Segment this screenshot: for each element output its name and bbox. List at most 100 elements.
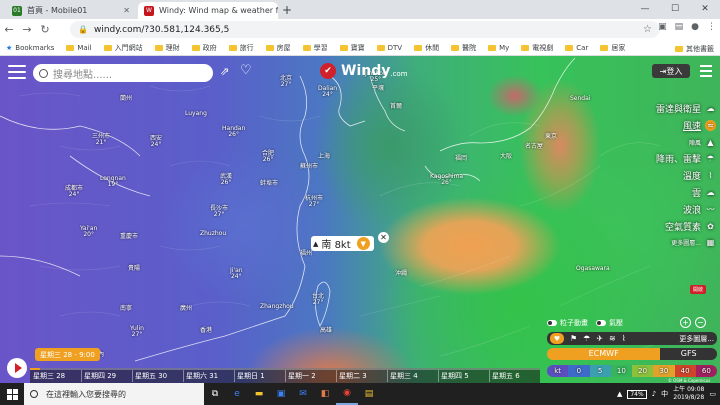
- timeline-day[interactable]: 星期四 5: [441, 371, 469, 381]
- city-name: 上海: [318, 153, 331, 160]
- zoom-out-button[interactable]: −: [695, 317, 706, 328]
- bookmarks-apps[interactable]: ★ Bookmarks: [6, 44, 54, 52]
- minimize-button[interactable]: —: [630, 0, 660, 19]
- new-tab-button[interactable]: +: [282, 3, 292, 17]
- mail-icon[interactable]: ✉: [292, 383, 314, 405]
- city-name: 平壤: [372, 85, 385, 92]
- task-view-icon[interactable]: ⧉: [204, 383, 226, 405]
- layer-clouds[interactable]: 雲 ☁: [692, 186, 716, 199]
- layer-wind[interactable]: 風速 ≈: [683, 119, 716, 132]
- file-explorer-icon[interactable]: ▬: [248, 383, 270, 405]
- layer-waves[interactable]: 波浪〰: [683, 203, 716, 216]
- popup-close-icon[interactable]: ✕: [378, 232, 389, 243]
- folder-icon: [675, 46, 683, 52]
- timeline-day[interactable]: 星期三 4: [390, 371, 418, 381]
- notes-icon[interactable]: ▤: [358, 383, 380, 405]
- bookmark-folder[interactable]: 電視劇: [521, 43, 553, 53]
- maximize-button[interactable]: ☐: [660, 0, 690, 19]
- forecast-timeline[interactable]: 星期三 28 星期四 29 星期五 30 星期六 31 星期日 1 星期一 2 星期二 3 星…: [30, 368, 540, 383]
- notifications-icon[interactable]: ▭: [709, 390, 716, 398]
- battery-indicator[interactable]: 74%: [627, 389, 647, 399]
- plane-quick-icon[interactable]: ✈: [596, 334, 603, 343]
- store-icon[interactable]: ▣: [270, 383, 292, 405]
- timeline-day[interactable]: 星期六 31: [186, 371, 218, 381]
- tab-mobile01[interactable]: 01 首頁 - Mobile01 ✕: [6, 2, 136, 19]
- temp-quick-icon[interactable]: ⌇: [622, 334, 626, 343]
- layer-gusts[interactable]: 陣風 ▲: [689, 137, 716, 148]
- zoom-in-button[interactable]: +: [680, 317, 691, 328]
- chrome-menu-icon[interactable]: ⋮: [707, 22, 716, 32]
- taskbar-search-input[interactable]: 在這裡輸入您要搜尋的: [24, 383, 204, 405]
- timeline-day[interactable]: 星期日 1: [237, 371, 265, 381]
- timeline-day[interactable]: 星期三 28: [33, 371, 65, 381]
- bookmark-folder[interactable]: 旅行: [228, 43, 254, 53]
- layer-rain-thunder[interactable]: 降雨、雷擊 ☂: [656, 152, 716, 165]
- tab-close-icon[interactable]: ✕: [117, 6, 130, 15]
- wind-map[interactable]: Jinzhou 25° Dalian 24° 平壤 首爾 北京 27° Handan 26° 蘭州 L…: [0, 56, 720, 383]
- edge-browser-icon[interactable]: e: [226, 383, 248, 405]
- chevron-down-icon[interactable]: ▼: [356, 237, 370, 250]
- timeline-day[interactable]: 星期四 29: [84, 371, 116, 381]
- wind-value-popup[interactable]: ▲ 南 8kt ▼: [311, 236, 374, 251]
- system-clock[interactable]: 上午 09:08 2019/8/28: [673, 386, 704, 402]
- bookmark-folder[interactable]: 寶寶: [339, 43, 365, 53]
- extension-icon[interactable]: ▤: [675, 22, 684, 32]
- office-icon[interactable]: ◧: [314, 383, 336, 405]
- network-icon[interactable]: ▲: [617, 390, 622, 398]
- more-layers-quick[interactable]: 更多圖層...: [679, 334, 714, 344]
- heart-icon[interactable]: ♥: [550, 333, 564, 344]
- share-icon[interactable]: ⇗: [220, 65, 229, 78]
- play-animation-button[interactable]: [7, 358, 27, 378]
- layer-temperature[interactable]: 溫度 ⌇: [683, 169, 716, 182]
- wind-quick-icon[interactable]: ⚑: [570, 334, 577, 343]
- timeline-day[interactable]: 星期一 2: [288, 371, 316, 381]
- bookmark-folder[interactable]: 醫院: [451, 43, 476, 53]
- translate-icon[interactable]: ▣: [658, 22, 667, 32]
- bookmark-folder[interactable]: Car: [565, 44, 588, 52]
- bookmark-folder[interactable]: My: [488, 44, 509, 52]
- forward-arrow-icon[interactable]: →: [18, 23, 36, 36]
- reload-icon[interactable]: ↻: [36, 23, 54, 36]
- bookmark-folder[interactable]: 學習: [302, 43, 328, 53]
- tab-windy[interactable]: W Windy: Wind map & weather fo ✕: [138, 2, 278, 19]
- bookmark-star-icon[interactable]: ☆: [643, 24, 652, 35]
- bookmark-folder[interactable]: 入門網站: [103, 43, 143, 53]
- chrome-icon[interactable]: ◉: [336, 383, 358, 405]
- bookmark-folder[interactable]: 政府: [191, 43, 217, 53]
- layer-air-quality[interactable]: 空氣質素 ✿: [665, 220, 716, 233]
- model-gfs-button[interactable]: GFS: [660, 348, 717, 360]
- current-time-bubble[interactable]: 星期三 28 - 9:00: [35, 348, 100, 361]
- hamburger-menu-icon[interactable]: [8, 65, 26, 79]
- main-menu-icon[interactable]: [700, 65, 712, 80]
- model-ecmwf-button[interactable]: ECMWF: [547, 348, 661, 360]
- bookmark-folder[interactable]: 房屋: [265, 43, 291, 53]
- rain-quick-icon[interactable]: ☂: [583, 334, 590, 343]
- layer-radar-satellite[interactable]: 雷達與衛星 ☁: [656, 102, 716, 115]
- bookmark-folder[interactable]: 居家: [600, 43, 625, 53]
- back-arrow-icon[interactable]: ←: [0, 23, 18, 36]
- timeline-day[interactable]: 星期五 30: [135, 371, 167, 381]
- login-button[interactable]: ⇥ 登入: [652, 64, 690, 78]
- close-window-button[interactable]: ✕: [690, 0, 720, 19]
- bookmark-folder[interactable]: 理財: [154, 43, 180, 53]
- new-feature-badge[interactable]: 開啟: [690, 285, 707, 294]
- bookmark-folder[interactable]: Mail: [66, 44, 92, 52]
- volume-icon[interactable]: ♪: [652, 390, 656, 398]
- timeline-day[interactable]: 星期五 6: [492, 371, 520, 381]
- more-layers-link[interactable]: 更多圖層... ▦: [671, 237, 716, 248]
- windy-logo[interactable]: ✔ Windy .com: [320, 63, 408, 79]
- favorite-heart-icon[interactable]: ♡: [240, 63, 252, 78]
- search-placeholder: 搜尋地點......: [53, 69, 113, 81]
- bookmark-folder[interactable]: DTV: [376, 44, 402, 52]
- particles-toggle[interactable]: [547, 320, 557, 326]
- location-search-input[interactable]: 搜尋地點......: [33, 64, 213, 82]
- url-input[interactable]: 🔒 windy.com/?30.581,124.365,5 ☆: [70, 21, 660, 38]
- gust-quick-icon[interactable]: ≋: [609, 334, 616, 343]
- profile-icon[interactable]: ●: [691, 22, 699, 32]
- other-bookmarks[interactable]: 其他書籤: [675, 44, 714, 54]
- timeline-day[interactable]: 星期二 3: [339, 371, 367, 381]
- bookmark-folder[interactable]: 休閒: [414, 43, 439, 53]
- windows-start-icon[interactable]: [0, 383, 24, 405]
- ime-icon[interactable]: 中: [661, 389, 668, 399]
- isolines-toggle[interactable]: [596, 320, 606, 326]
